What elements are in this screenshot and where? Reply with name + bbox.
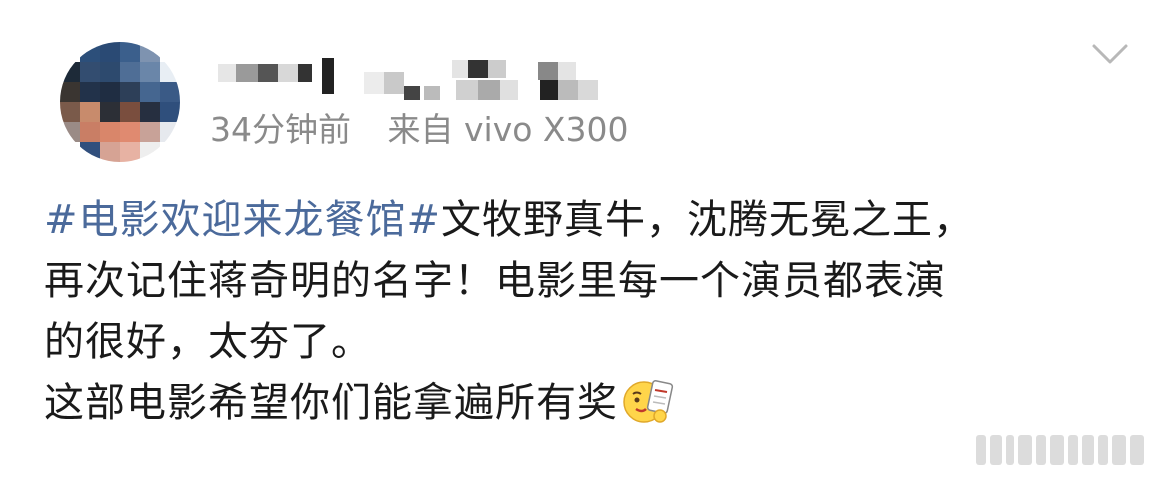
watermark-logo: [976, 433, 1156, 467]
content-text: 这部电影希望你们能拿遍所有奖: [44, 380, 618, 426]
content-line-4: 这部电影希望你们能拿遍所有奖: [44, 373, 1124, 434]
post-time: 34分钟前: [210, 110, 351, 149]
post-source[interactable]: 来自 vivo X300: [388, 108, 629, 152]
post-meta: 34分钟前 来自 vivo X300: [210, 108, 629, 152]
avatar[interactable]: [60, 42, 180, 162]
topic-link[interactable]: #电影欢迎来龙餐馆#: [44, 197, 441, 243]
content-text: 文牧野真牛，沈腾无冕之王，: [441, 197, 975, 243]
chevron-down-icon[interactable]: [1090, 40, 1130, 70]
username-redacted[interactable]: [218, 58, 618, 102]
weibo-post: 34分钟前 来自 vivo X300 #电影欢迎来龙餐馆#文牧野真牛，沈腾无冕之…: [0, 0, 1170, 481]
post-content: #电影欢迎来龙餐馆#文牧野真牛，沈腾无冕之王， 再次记住蒋奇明的名字！电影里每一…: [44, 190, 1124, 434]
content-line-3: 的很好，太夯了。: [44, 319, 372, 365]
content-line-1: #电影欢迎来龙餐馆#文牧野真牛，沈腾无冕之王，: [44, 190, 1124, 251]
ticket-emoji-icon: [620, 374, 678, 444]
content-line-2: 再次记住蒋奇明的名字！电影里每一个演员都表演: [44, 258, 946, 304]
